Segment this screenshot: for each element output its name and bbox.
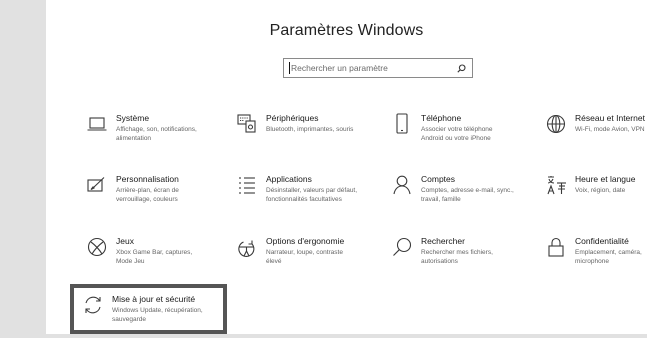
tile-description: Arrière-plan, écran de verrouillage, cou… [116, 187, 179, 203]
tile-jeux[interactable]: Jeux Xbox Game Bar, captures, Mode Jeu [86, 236, 192, 266]
tile-description: Windows Update, récupération, sauvegarde [112, 307, 203, 323]
tile-title: Périphériques [266, 113, 319, 123]
tile-mise-a-jour-et-securite[interactable]: Mise à jour et sécurité Windows Update, … [82, 294, 203, 324]
tile-description: Bluetooth, imprimantes, souris [266, 126, 354, 133]
tile-title: Applications [266, 174, 312, 184]
tile-description: Affichage, son, notifications, alimentat… [116, 126, 197, 142]
tile-heure-et-langue[interactable]: Heure et langue Voix, région, date [545, 174, 636, 196]
phone-icon [391, 113, 413, 135]
language-icon [545, 174, 567, 196]
tile-title: Rechercher [421, 236, 465, 246]
keyboard-icon [236, 113, 258, 135]
tile-description: Wi-Fi, mode Avion, VPN [575, 126, 645, 133]
tile-confidentialite[interactable]: Confidentialité Emplacement, caméra, mic… [545, 236, 642, 266]
search-box[interactable] [283, 58, 473, 78]
laptop-icon [86, 113, 108, 135]
tile-title: Heure et langue [575, 174, 636, 184]
tile-title: Mise à jour et sécurité [112, 294, 196, 304]
tile-description: Emplacement, caméra, microphone [575, 249, 642, 265]
tile-personnalisation[interactable]: Personnalisation Arrière-plan, écran de … [86, 174, 179, 204]
tile-description: Comptes, adresse e-mail, sync., travail,… [421, 187, 514, 203]
tile-peripheriques[interactable]: Périphériques Bluetooth, imprimantes, so… [236, 113, 353, 135]
globe-icon [545, 113, 567, 135]
tile-title: Téléphone [421, 113, 462, 123]
tile-systeme[interactable]: Système Affichage, son, notifications, a… [86, 113, 197, 143]
tile-title: Jeux [116, 236, 134, 246]
xbox-icon [86, 236, 108, 258]
tile-description: Associer votre téléphone Android ou votr… [421, 126, 493, 142]
ease-of-access-icon [236, 236, 258, 258]
tile-options-ergonomie[interactable]: Options d'ergonomie Narrateur, loupe, co… [236, 236, 344, 266]
left-margin-strip [0, 0, 46, 338]
tile-description: Rechercher mes fichiers, autorisations [421, 249, 493, 265]
tile-applications[interactable]: Applications Désinstaller, valeurs par d… [236, 174, 357, 204]
bottom-margin-strip [0, 334, 647, 338]
tile-title: Confidentialité [575, 236, 629, 246]
sync-icon [82, 294, 104, 316]
tile-title: Réseau et Internet [575, 113, 645, 123]
tile-telephone[interactable]: Téléphone Associer votre téléphone Andro… [391, 113, 493, 143]
tile-title: Personnalisation [116, 174, 179, 184]
paint-icon [86, 174, 108, 196]
tile-description: Xbox Game Bar, captures, Mode Jeu [116, 249, 193, 265]
apps-list-icon [236, 174, 258, 196]
search-input[interactable] [290, 59, 454, 77]
tile-description: Voix, région, date [575, 187, 626, 194]
tile-comptes[interactable]: Comptes Comptes, adresse e-mail, sync., … [391, 174, 514, 204]
tile-title: Comptes [421, 174, 456, 184]
magnifier-icon [391, 236, 413, 258]
page-title: Paramètres Windows [269, 22, 424, 39]
tile-title: Options d'ergonomie [266, 236, 345, 246]
tile-title: Système [116, 113, 150, 123]
tile-rechercher[interactable]: Rechercher Rechercher mes fichiers, auto… [391, 236, 493, 266]
tile-description: Narrateur, loupe, contraste élevé [266, 249, 343, 265]
search-icon[interactable] [454, 59, 468, 77]
person-icon [391, 174, 413, 196]
tile-reseau[interactable]: Réseau et Internet Wi-Fi, mode Avion, VP… [545, 113, 645, 135]
tile-description: Désinstaller, valeurs par défaut, foncti… [266, 187, 358, 203]
lock-icon [545, 236, 567, 258]
